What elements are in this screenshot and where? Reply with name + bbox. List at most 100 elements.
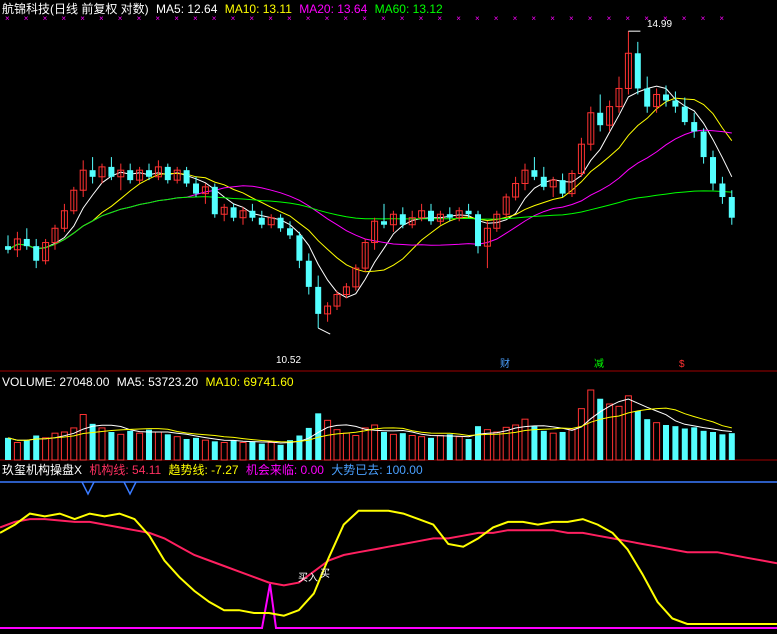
candle-body: [663, 94, 669, 101]
volume-bar: [719, 434, 726, 460]
volume-bar: [13, 442, 21, 461]
top-tick-mark: ×: [513, 14, 518, 23]
volume-ma5-line: [7, 398, 732, 444]
volume-bar: [446, 434, 453, 460]
volume-bar: [624, 395, 632, 461]
ma5-label: MA5: 12.64: [156, 2, 218, 16]
ma60-label: MA60: 13.12: [374, 2, 443, 16]
moving-average-lines: [7, 85, 733, 299]
volume-bar: [267, 442, 275, 461]
indicator-name: 玖玺机构操盘X: [2, 463, 83, 477]
candle-body: [597, 112, 604, 126]
volume-bar: [418, 436, 426, 461]
volume-bars: [5, 389, 735, 461]
high-price-label: 14.99: [647, 19, 673, 30]
volume-bar: [342, 432, 350, 461]
cai-marker: 财: [500, 359, 510, 370]
volume-bar: [493, 431, 501, 461]
buy2-signal-label: 买: [320, 569, 330, 580]
candle-body: [672, 100, 679, 107]
volume-bar: [23, 440, 30, 460]
candle-body: [399, 214, 406, 225]
candle-body: [23, 238, 30, 247]
candle-body: [127, 170, 134, 181]
jigou-line: [0, 518, 777, 587]
candle-body: [164, 166, 171, 181]
volume-bar: [465, 439, 472, 460]
volume-bar: [183, 439, 190, 460]
candle-body: [249, 210, 256, 218]
volume-bar: [399, 433, 406, 460]
candle-body: [644, 88, 651, 107]
candle-body: [146, 170, 152, 177]
candle-body: [230, 207, 237, 218]
volume-bar: [5, 437, 11, 460]
candle-body: [728, 197, 735, 218]
candle-body: [211, 186, 218, 215]
volume-bar: [193, 437, 199, 460]
dollar-marker: $: [679, 359, 685, 370]
candle-body: [691, 122, 698, 132]
dashi-label: 大势已去: 100.00: [331, 463, 423, 477]
candle-body: [540, 176, 547, 187]
volume-bar: [381, 432, 387, 460]
candle-body: [700, 131, 707, 158]
top-tick-mark: ×: [701, 14, 706, 23]
volume-bar: [559, 432, 566, 460]
candle-body: [465, 210, 472, 215]
stock-name: 航锦科技(日线 前复权 对数): [2, 2, 149, 16]
volume-bar: [220, 442, 228, 461]
candle-body: [287, 228, 293, 236]
volume-bar: [521, 418, 529, 461]
candle-body: [315, 286, 322, 314]
volume-bar: [728, 433, 735, 460]
chart-canvas: × × × × × × × × × × × × × × × × × × × × × × × × × × × × × × × × × × × × × × ×: [0, 14, 777, 629]
candle-body: [193, 183, 199, 194]
volume-bar: [512, 424, 520, 461]
candle-body: [296, 235, 303, 261]
volume-bar: [615, 405, 623, 461]
volume-bar: [577, 408, 585, 461]
top-tick-mark: ×: [456, 14, 461, 23]
top-tick-mark: ×: [588, 14, 593, 23]
candle-body: [277, 217, 284, 229]
ma10-line: [7, 97, 733, 273]
volume-bar: [672, 426, 679, 460]
candle-body: [446, 214, 453, 218]
top-tick-mark: ×: [494, 14, 499, 23]
volume-bar: [230, 440, 237, 460]
volume-bar: [277, 444, 284, 460]
top-tick-mark: ×: [531, 14, 536, 23]
volume-bar: [606, 403, 614, 461]
top-tick-mark: ×: [550, 14, 555, 23]
volume-bar: [634, 411, 641, 460]
volume-bar: [597, 398, 604, 460]
ma10-label: MA10: 13.11: [224, 2, 292, 16]
volume-ma10-label: MA10: 69741.60: [205, 375, 294, 389]
volume-bar: [549, 432, 557, 461]
price-header: 航锦科技(日线 前复权 对数) MA5: 12.64 MA10: 13.11 M…: [2, 2, 447, 16]
volume-bar: [108, 432, 115, 460]
volume-ma10-line: [7, 407, 732, 443]
candle-body: [89, 170, 96, 177]
volume-bar: [117, 433, 125, 461]
top-tick-mark: ×: [607, 14, 612, 23]
volume-bar: [127, 430, 134, 460]
ma20-line: [7, 129, 732, 251]
volume-bar: [475, 426, 481, 460]
volume-bar: [239, 442, 247, 461]
candlestick-series: [5, 31, 735, 329]
candle-body: [5, 246, 11, 250]
top-tick-mark: ×: [475, 14, 480, 23]
volume-bar: [455, 436, 463, 461]
volume-bar: [258, 443, 265, 460]
indicator-header: 玖玺机构操盘X 机构线: 54.11 趋势线: -7.27 机会来临: 0.00…: [2, 463, 427, 477]
buy-signal-label: 买入: [298, 573, 318, 584]
volume-bar: [710, 432, 716, 460]
candle-body: [428, 210, 434, 222]
volume-bar: [361, 427, 369, 461]
top-tick-mark: ×: [569, 14, 574, 23]
volume-bar: [201, 439, 209, 461]
volume-bar: [296, 435, 303, 460]
volume-bar: [352, 435, 360, 461]
